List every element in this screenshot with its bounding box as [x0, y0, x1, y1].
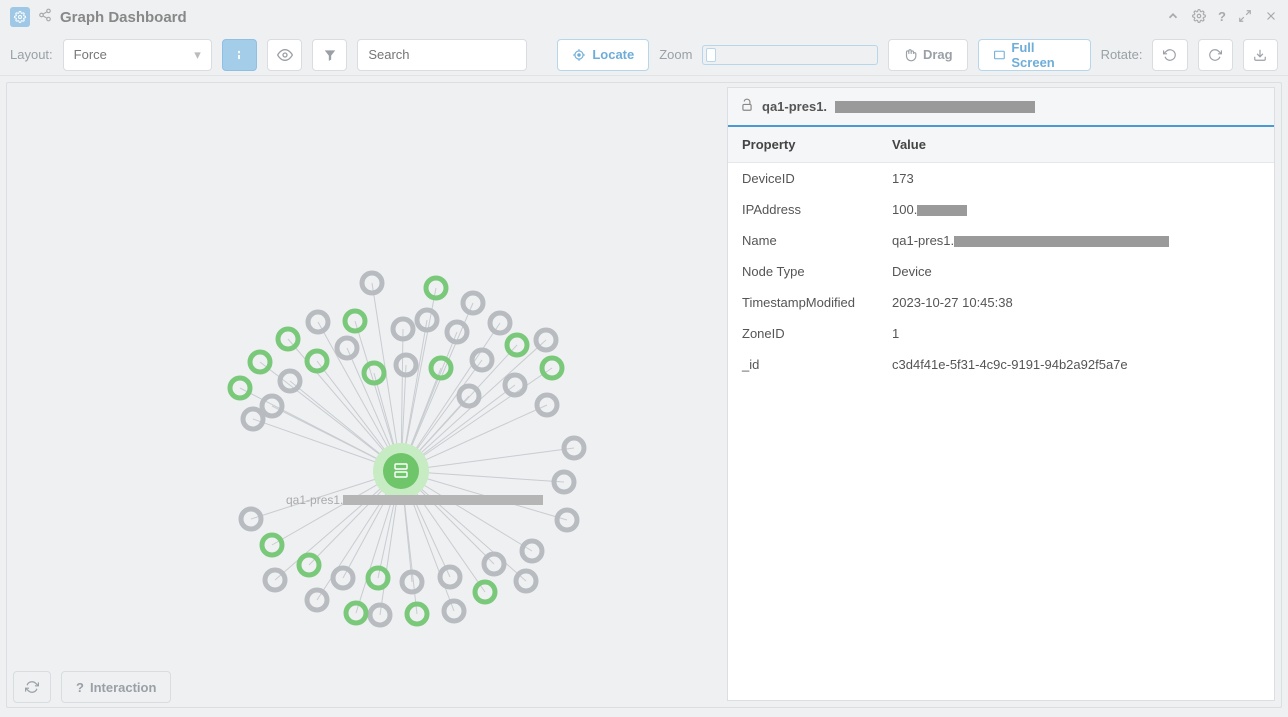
- interaction-label: Interaction: [90, 680, 156, 695]
- property-cell: Name: [728, 225, 878, 256]
- detail-table: Property Value DeviceID173IPAddress100.N…: [728, 127, 1274, 380]
- window-title: Graph Dashboard: [60, 9, 187, 26]
- info-button[interactable]: [222, 39, 257, 71]
- refresh-button[interactable]: [13, 671, 51, 703]
- property-cell: TimestampModified: [728, 287, 878, 318]
- locate-button[interactable]: Locate: [557, 39, 649, 71]
- zoom-thumb[interactable]: [706, 48, 716, 62]
- unlock-icon: [740, 98, 754, 115]
- gear-icon: [10, 7, 30, 27]
- settings-icon[interactable]: [1192, 9, 1206, 26]
- value-cell: c3d4f41e-5f31-4c9c-9191-94b2a92f5a7e: [878, 349, 1274, 380]
- layout-label: Layout:: [10, 47, 53, 62]
- search-input[interactable]: [357, 39, 527, 71]
- graph-canvas[interactable]: [7, 83, 727, 683]
- help-icon[interactable]: ?: [1218, 9, 1226, 26]
- table-row: IPAddress100.: [728, 194, 1274, 225]
- filter-button[interactable]: [312, 39, 347, 71]
- value-cell: 1: [878, 318, 1274, 349]
- layout-value: Force: [74, 47, 107, 62]
- main-area: qa1-pres1. qa1-pres1. Property Value Dev…: [6, 82, 1282, 708]
- rotate-ccw-button[interactable]: [1152, 39, 1187, 71]
- interaction-button[interactable]: ? Interaction: [61, 671, 171, 703]
- table-row: ZoneID1: [728, 318, 1274, 349]
- drag-label: Drag: [923, 47, 953, 62]
- layout-dropdown[interactable]: Force ▾: [63, 39, 212, 71]
- redacted-title: [835, 101, 1035, 113]
- zoom-slider[interactable]: [702, 45, 877, 65]
- drag-button[interactable]: Drag: [888, 39, 968, 71]
- column-property: Property: [728, 127, 878, 163]
- toolbar: Layout: Force ▾ Locate Zoom Drag Full Sc…: [0, 34, 1288, 76]
- value-cell: 173: [878, 163, 1274, 195]
- table-row: DeviceID173: [728, 163, 1274, 195]
- value-cell: Device: [878, 256, 1274, 287]
- center-node-prefix: qa1-pres1.: [286, 493, 343, 507]
- expand-icon[interactable]: [1238, 9, 1252, 26]
- redacted-label: [343, 495, 543, 505]
- zoom-label: Zoom: [659, 47, 692, 62]
- detail-header: qa1-pres1.: [728, 88, 1274, 127]
- locate-label: Locate: [592, 47, 634, 62]
- chevron-up-icon[interactable]: [1166, 9, 1180, 26]
- rotate-cw-button[interactable]: [1198, 39, 1233, 71]
- fullscreen-button[interactable]: Full Screen: [978, 39, 1091, 71]
- property-cell: IPAddress: [728, 194, 878, 225]
- close-icon[interactable]: [1264, 9, 1278, 26]
- share-icon: [38, 8, 52, 26]
- caret-down-icon: ▾: [194, 47, 201, 63]
- rotate-label: Rotate:: [1101, 47, 1143, 62]
- value-cell: 2023-10-27 10:45:38: [878, 287, 1274, 318]
- table-row: Nameqa1-pres1.: [728, 225, 1274, 256]
- column-value: Value: [878, 127, 1274, 163]
- detail-title-prefix: qa1-pres1.: [762, 99, 827, 114]
- detail-panel: qa1-pres1. Property Value DeviceID173IPA…: [727, 87, 1275, 701]
- download-button[interactable]: [1243, 39, 1278, 71]
- center-node-label: qa1-pres1.: [286, 493, 543, 507]
- eye-button[interactable]: [267, 39, 302, 71]
- table-row: _idc3d4f41e-5f31-4c9c-9191-94b2a92f5a7e: [728, 349, 1274, 380]
- window-titlebar: Graph Dashboard ?: [0, 0, 1288, 34]
- value-cell: qa1-pres1.: [878, 225, 1274, 256]
- property-cell: DeviceID: [728, 163, 878, 195]
- property-cell: _id: [728, 349, 878, 380]
- table-row: TimestampModified2023-10-27 10:45:38: [728, 287, 1274, 318]
- property-cell: Node Type: [728, 256, 878, 287]
- bottom-bar: ? Interaction: [13, 671, 171, 703]
- fullscreen-label: Full Screen: [1011, 40, 1075, 70]
- table-row: Node TypeDevice: [728, 256, 1274, 287]
- property-cell: ZoneID: [728, 318, 878, 349]
- value-cell: 100.: [878, 194, 1274, 225]
